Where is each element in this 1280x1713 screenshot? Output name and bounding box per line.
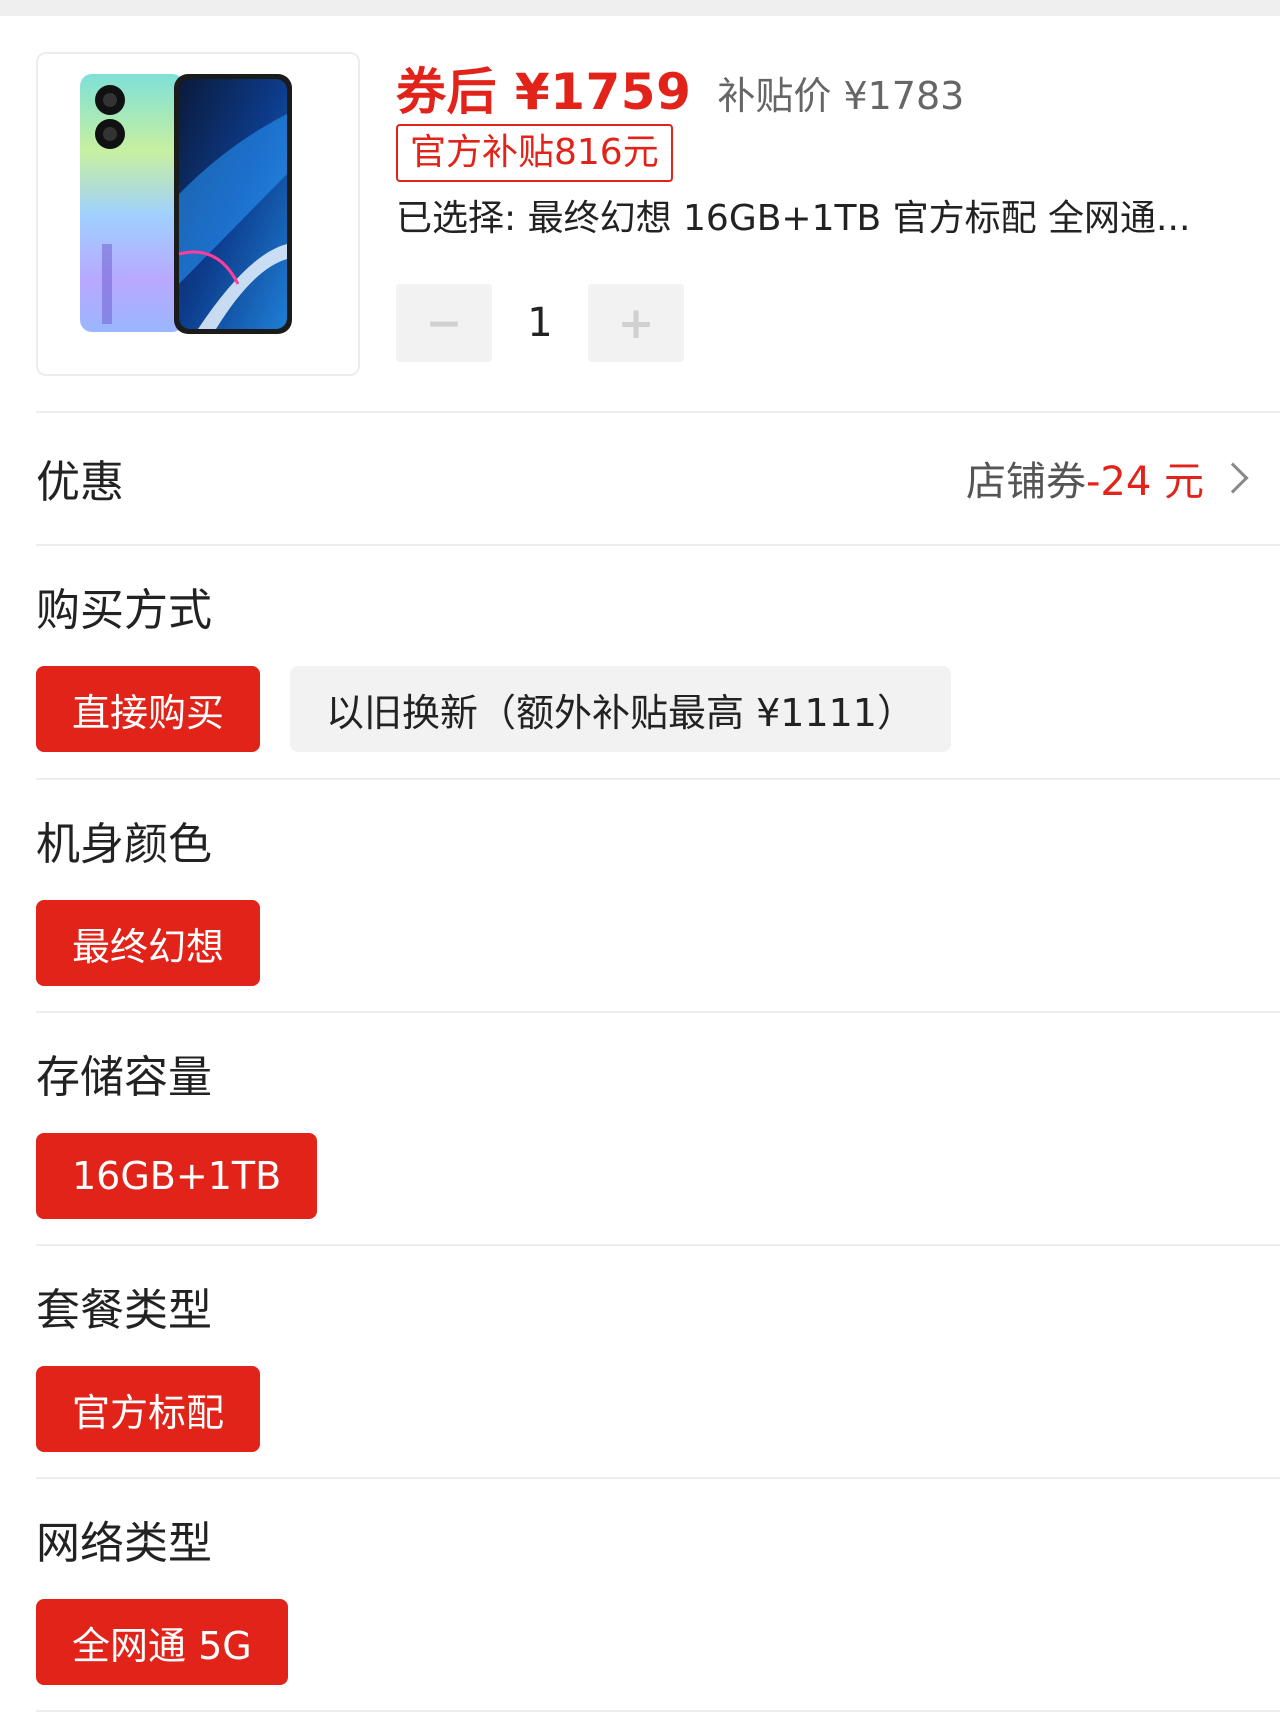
option-storage-16gb-1tb[interactable]: 16GB+1TB [36,1133,318,1219]
package-section: 套餐类型 官方标配 [36,1246,1280,1452]
coupon-price: 券后 ¥1759 [396,63,692,121]
discount-row[interactable]: 优惠 店铺券 -24 元 [36,412,1280,544]
network-title: 网络类型 [36,1518,212,1569]
selected-spec-summary: 已选择: 最终幻想 16GB+1TB 官方标配 全网通... [396,198,1191,239]
purchase-method-title: 购买方式 [36,585,212,636]
decrement-button[interactable]: − [396,284,492,362]
quantity-value[interactable]: 1 [492,300,588,346]
storage-title: 存储容量 [36,1052,212,1103]
subsidy-price: 补贴价 ¥1783 [717,74,965,118]
option-direct-purchase[interactable]: 直接购买 [36,666,261,752]
divider [36,1710,1280,1712]
subsidy-badge: 官方补贴816元 [396,124,673,182]
color-title: 机身颜色 [36,819,212,870]
purchase-method-section: 购买方式 直接购买 以旧换新（额外补贴最高 ¥1111） [36,546,1280,752]
color-section: 机身颜色 最终幻想 [36,780,1280,986]
top-status-strip [0,0,1280,16]
network-section: 网络类型 全网通 5G [36,1479,1280,1685]
option-color-final-fantasy[interactable]: 最终幻想 [36,900,261,986]
quantity-stepper: − 1 + [396,284,1280,362]
option-package-standard[interactable]: 官方标配 [36,1366,261,1452]
option-trade-in[interactable]: 以旧换新（额外补贴最高 ¥1111） [290,666,951,752]
chevron-right-icon [1217,462,1249,494]
coupon-amount: -24 元 [1085,459,1204,505]
product-summary: 券后 ¥1759 补贴价 ¥1783 官方补贴816元 已选择: 最终幻想 16… [36,52,1280,412]
discount-title: 优惠 [36,457,124,508]
storage-section: 存储容量 16GB+1TB [36,1013,1280,1219]
phone-product-image [80,74,292,334]
product-image[interactable] [36,52,360,376]
package-title: 套餐类型 [36,1285,212,1336]
increment-button[interactable]: + [588,284,684,362]
option-network-5g[interactable]: 全网通 5G [36,1599,288,1685]
coupon-label: 店铺券 [965,459,1086,505]
